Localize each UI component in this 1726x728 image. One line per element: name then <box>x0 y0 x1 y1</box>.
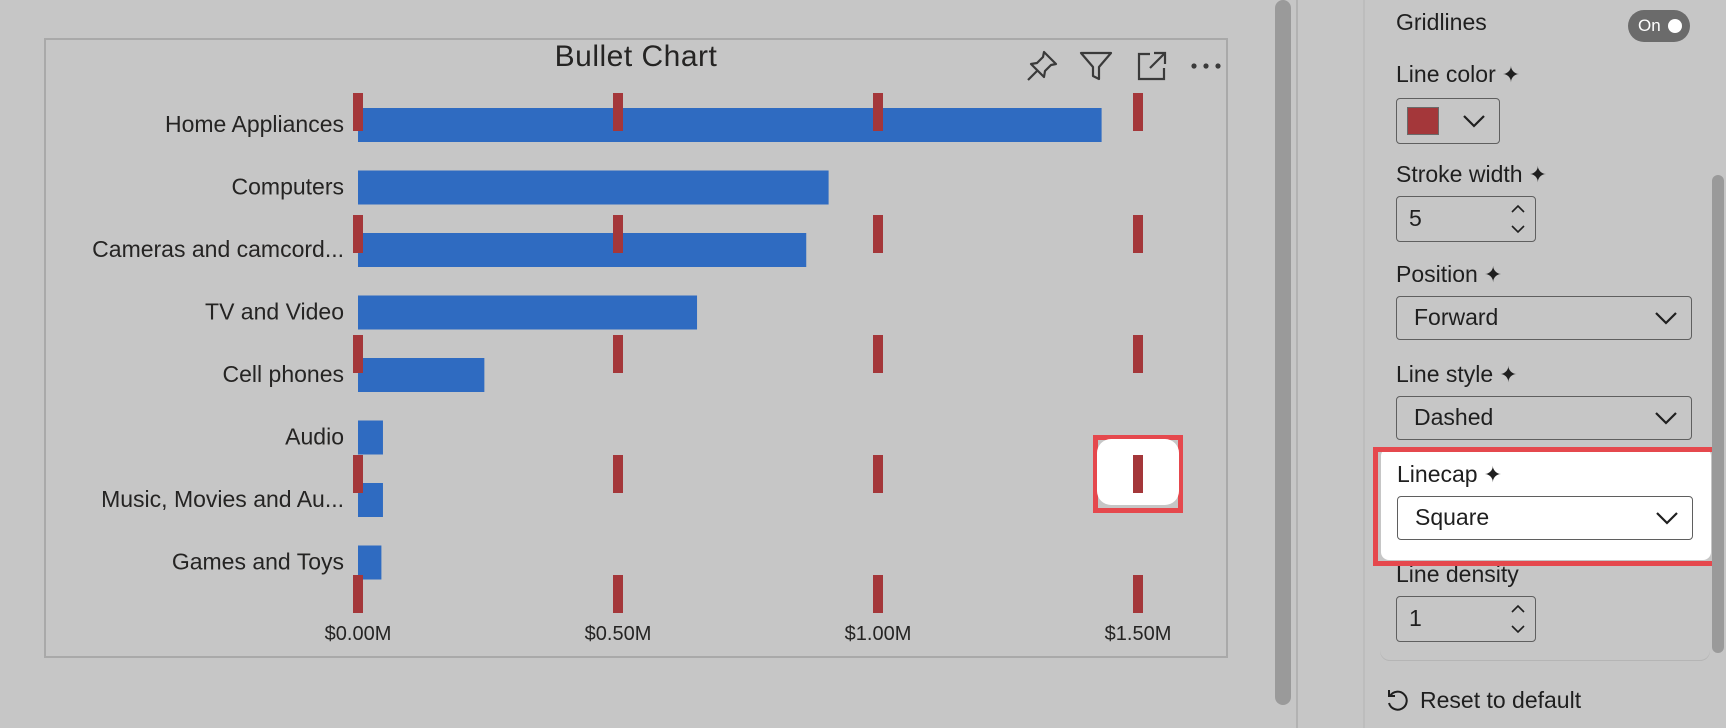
stroke-width-spinner[interactable]: 5 <box>1396 196 1536 242</box>
category-label: Music, Movies and Au... <box>101 486 344 512</box>
chevron-down-icon <box>1655 312 1677 325</box>
gridline-dash-0-0 <box>353 93 363 131</box>
x-tick-label: $1.50M <box>1105 623 1172 645</box>
gridline-dash-1-2 <box>613 335 623 373</box>
category-label: Games and Toys <box>172 549 344 575</box>
gridline-dash-0-4 <box>353 575 363 613</box>
bar-1 <box>358 170 829 205</box>
x-tick-label: $0.00M <box>325 623 392 645</box>
reset-to-default-button[interactable]: Reset to default <box>1384 686 1581 714</box>
format-pane-scrollbar[interactable] <box>1712 175 1724 653</box>
category-label: Cameras and camcord... <box>92 236 344 262</box>
position-dropdown[interactable]: Forward <box>1396 296 1692 340</box>
bar-0 <box>358 108 1102 142</box>
toggle-knob <box>1668 19 1682 33</box>
line-density-value: 1 <box>1409 605 1422 631</box>
gridline-marker-tick <box>1133 455 1143 493</box>
line-style-label-text: Line style <box>1396 361 1494 387</box>
gridline-dash-0-3 <box>353 455 363 493</box>
bar-2 <box>358 233 807 267</box>
position-value: Forward <box>1414 304 1499 330</box>
category-label: Cell phones <box>223 361 344 387</box>
bar-3 <box>358 295 698 330</box>
bar-4 <box>358 358 485 392</box>
position-label-text: Position <box>1396 261 1478 287</box>
line-color-picker[interactable] <box>1396 98 1500 144</box>
sparkle-icon: ✦ <box>1499 362 1518 387</box>
bar-5 <box>358 420 383 455</box>
category-label: Audio <box>285 424 344 450</box>
gridlines-toggle[interactable]: On <box>1628 10 1690 42</box>
gridline-dash-0-2 <box>353 335 363 373</box>
x-tick-label: $1.00M <box>845 623 912 645</box>
gridline-dash-1-1 <box>613 215 623 253</box>
gridline-dash-0-1 <box>353 215 363 253</box>
category-label: Computers <box>232 174 344 200</box>
chevron-down-icon <box>1463 115 1485 128</box>
gridline-dash-2-2 <box>873 335 883 373</box>
gridline-dash-3-4 <box>1133 575 1143 613</box>
gridline-dash-2-1 <box>873 215 883 253</box>
line-color-label-text: Line color <box>1396 61 1496 87</box>
linecap-highlight-outline <box>1373 447 1718 566</box>
bullet-chart-visual[interactable]: Bullet Chart Home Appliances Computers Cam… <box>44 38 1228 658</box>
spinner-arrows-icon[interactable] <box>1509 201 1527 237</box>
gridline-dash-3-0 <box>1133 93 1143 131</box>
gridline-marker-preview <box>1097 439 1179 505</box>
line-color-swatch <box>1407 107 1439 135</box>
bar-7 <box>358 545 382 580</box>
line-density-spinner[interactable]: 1 <box>1396 596 1536 642</box>
sparkle-icon: ✦ <box>1501 62 1521 87</box>
gridline-dash-1-3 <box>613 455 623 493</box>
x-tick-label: $0.50M <box>585 623 652 645</box>
chart-plot-area: Home Appliances Computers Cameras and camc… <box>92 93 1172 645</box>
gridline-dash-1-0 <box>613 93 623 131</box>
sparkle-icon: ✦ <box>1528 162 1547 187</box>
pane-divider <box>1296 0 1298 728</box>
position-label: Position ✦ <box>1396 260 1502 289</box>
canvas-scrollbar[interactable] <box>1275 0 1291 705</box>
category-label: Home Appliances <box>165 111 344 137</box>
stroke-width-label-text: Stroke width <box>1396 161 1523 187</box>
gridline-dash-2-0 <box>873 93 883 131</box>
chevron-down-icon <box>1655 412 1677 425</box>
gridline-dash-3-1 <box>1133 215 1143 253</box>
sparkle-icon: ✦ <box>1483 262 1503 287</box>
reset-icon <box>1388 690 1408 711</box>
gridline-dash-3-2 <box>1133 335 1143 373</box>
line-style-dropdown[interactable]: Dashed <box>1396 396 1692 440</box>
category-label: TV and Video <box>205 299 344 325</box>
gridline-dash-2-3 <box>873 455 883 493</box>
gridline-dash-2-4 <box>873 575 883 613</box>
line-style-label: Line style ✦ <box>1396 360 1518 389</box>
stroke-width-value: 5 <box>1409 205 1422 231</box>
pane-edge <box>1363 0 1365 728</box>
gridline-dash-1-4 <box>613 575 623 613</box>
reset-label: Reset to default <box>1420 687 1582 713</box>
spinner-arrows-icon[interactable] <box>1509 601 1527 637</box>
line-style-value: Dashed <box>1414 404 1494 430</box>
gridlines-toggle-state: On <box>1638 16 1661 35</box>
stroke-width-label: Stroke width ✦ <box>1396 160 1547 189</box>
line-color-label: Line color ✦ <box>1396 60 1520 89</box>
gridlines-label: Gridlines <box>1396 9 1487 35</box>
